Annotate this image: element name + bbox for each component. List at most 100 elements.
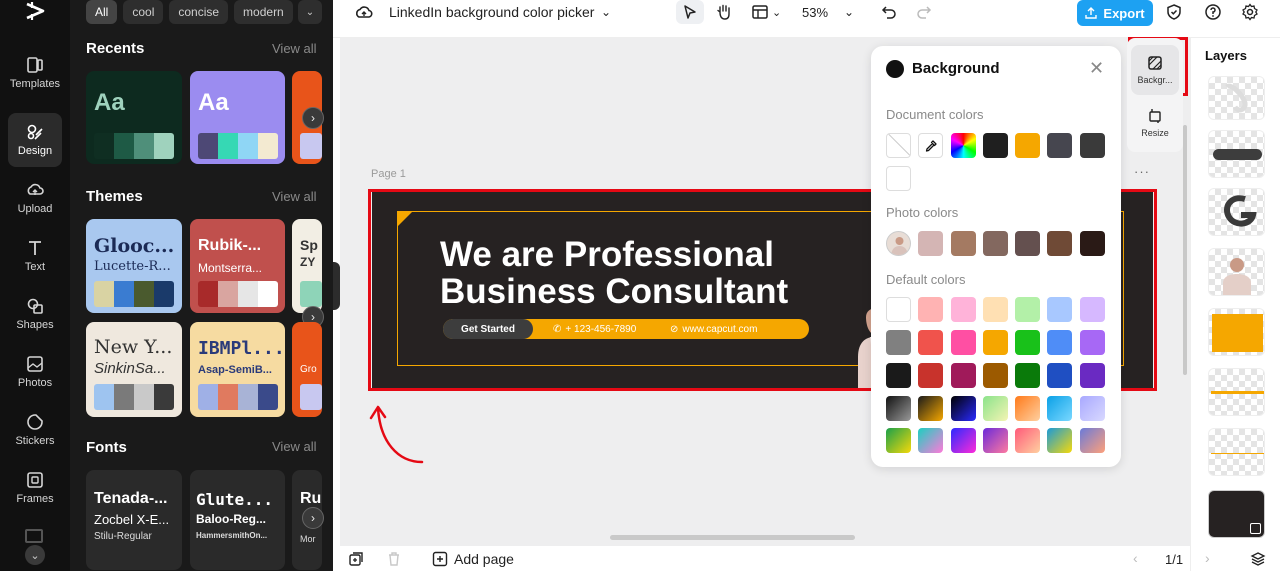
gradient-swatch[interactable]	[983, 428, 1008, 453]
delete-page-icon[interactable]	[386, 551, 402, 571]
default-color-swatch[interactable]	[983, 297, 1008, 322]
photo-color-swatch[interactable]	[1080, 231, 1105, 256]
zoom-dropdown-icon[interactable]: ⌄	[844, 0, 854, 24]
document-color-swatch[interactable]	[983, 133, 1008, 158]
recent-card-1[interactable]: Aa	[86, 71, 182, 164]
theme-card-2[interactable]: Rubik-... Montserra...	[190, 219, 285, 313]
layout-icon[interactable]	[751, 0, 769, 24]
gradient-swatch[interactable]	[983, 396, 1008, 421]
default-color-swatch[interactable]	[1047, 297, 1072, 322]
default-color-swatch[interactable]	[1080, 330, 1105, 355]
font-card-2[interactable]: Glute... Baloo-Reg... HammersmithOn...	[190, 470, 285, 570]
default-color-swatch[interactable]	[983, 363, 1008, 388]
no-color-swatch[interactable]	[886, 133, 911, 158]
horizontal-scrollbar[interactable]	[610, 535, 855, 540]
default-color-swatch[interactable]	[918, 330, 943, 355]
fonts-next-arrow-icon[interactable]: ›	[302, 507, 324, 529]
default-color-swatch[interactable]	[886, 330, 911, 355]
photo-thumbnail[interactable]	[886, 231, 911, 256]
chip-all[interactable]: All	[86, 0, 118, 24]
apps-icon[interactable]	[25, 529, 43, 543]
shield-icon[interactable]	[1165, 0, 1183, 24]
gradient-swatch[interactable]	[1015, 396, 1040, 421]
rail-item-text[interactable]: Text	[8, 229, 62, 283]
undo-icon[interactable]	[881, 0, 897, 24]
photo-color-swatch[interactable]	[983, 231, 1008, 256]
document-color-swatch[interactable]	[1080, 133, 1105, 158]
rail-item-shapes[interactable]: Shapes	[8, 287, 62, 341]
default-color-swatch[interactable]	[886, 363, 911, 388]
document-color-swatch[interactable]	[1015, 133, 1040, 158]
get-started-button[interactable]: Get Started	[443, 319, 533, 339]
select-tool-icon[interactable]	[676, 0, 704, 24]
close-icon[interactable]: ✕	[1089, 58, 1104, 79]
tab-resize[interactable]: Resize	[1131, 98, 1179, 148]
default-color-swatch[interactable]	[1015, 363, 1040, 388]
rail-item-upload[interactable]: Upload	[8, 171, 62, 225]
recents-view-all[interactable]: View all	[272, 41, 317, 56]
rail-item-design[interactable]: Design	[8, 113, 62, 167]
gradient-swatch[interactable]	[1047, 396, 1072, 421]
layer-item[interactable]	[1208, 130, 1265, 178]
chevron-down-icon[interactable]: ⌄	[25, 545, 45, 565]
fonts-view-all[interactable]: View all	[272, 439, 317, 454]
chip-cool[interactable]: cool	[123, 0, 164, 24]
default-color-swatch[interactable]	[983, 330, 1008, 355]
recent-card-2[interactable]: Aa	[190, 71, 285, 164]
gradient-swatch[interactable]	[886, 396, 911, 421]
font-card-1[interactable]: Tenada-... Zocbel X-E... Stilu-Regular	[86, 470, 182, 570]
recents-next-arrow-icon[interactable]: ›	[302, 107, 324, 129]
layout-dropdown-icon[interactable]: ⌄	[772, 0, 781, 24]
settings-gear-icon[interactable]	[1241, 0, 1259, 24]
photo-color-swatch[interactable]	[951, 231, 976, 256]
gradient-swatch[interactable]	[951, 428, 976, 453]
theme-card-5[interactable]: IBMPl... Asap-SemiB...	[190, 322, 285, 417]
document-title[interactable]: LinkedIn background color picker	[389, 0, 594, 24]
panel-collapse-handle[interactable]	[333, 262, 340, 310]
eyedropper-button[interactable]	[918, 133, 943, 158]
hand-tool-icon[interactable]	[715, 0, 733, 24]
cloud-save-icon[interactable]	[355, 0, 373, 24]
rail-item-frames[interactable]: Frames	[8, 461, 62, 515]
chip-concise[interactable]: concise	[169, 0, 229, 24]
chips-expand-icon[interactable]: ⌄	[298, 0, 322, 24]
layer-item[interactable]	[1208, 188, 1265, 236]
layer-item[interactable]	[1208, 428, 1265, 476]
add-page-button[interactable]: Add page	[432, 551, 514, 567]
layer-item[interactable]	[1208, 248, 1265, 296]
layer-item[interactable]	[1208, 368, 1265, 416]
export-button[interactable]: Export	[1077, 0, 1153, 26]
default-color-swatch[interactable]	[918, 297, 943, 322]
capcut-logo[interactable]	[24, 0, 46, 22]
theme-card-3[interactable]: Sp ZY	[292, 219, 322, 313]
title-dropdown-icon[interactable]: ⌄	[601, 0, 611, 24]
default-color-swatch[interactable]	[1047, 330, 1072, 355]
default-color-swatch[interactable]	[918, 363, 943, 388]
gradient-swatch[interactable]	[951, 396, 976, 421]
themes-view-all[interactable]: View all	[272, 189, 317, 204]
rail-item-photos[interactable]: Photos	[8, 345, 62, 399]
layer-item-background[interactable]	[1208, 490, 1265, 538]
zoom-level[interactable]: 53%	[802, 0, 828, 24]
document-color-swatch[interactable]	[1047, 133, 1072, 158]
layers-toggle-icon[interactable]	[1250, 551, 1266, 571]
theme-card-1[interactable]: Glooc... Lucette-R...	[86, 219, 182, 313]
help-icon[interactable]	[1204, 0, 1222, 24]
default-color-swatch[interactable]	[1080, 297, 1105, 322]
duplicate-page-icon[interactable]	[348, 551, 364, 571]
gradient-swatch[interactable]	[918, 428, 943, 453]
gradient-swatch[interactable]	[918, 396, 943, 421]
canvas-scrollbar[interactable]	[1183, 125, 1187, 375]
gradient-swatch[interactable]	[1080, 428, 1105, 453]
layer-item[interactable]	[1208, 76, 1265, 120]
gradient-swatch[interactable]	[886, 428, 911, 453]
photo-color-swatch[interactable]	[1015, 231, 1040, 256]
page-more-icon[interactable]: ···	[1134, 164, 1150, 179]
default-color-swatch[interactable]	[951, 330, 976, 355]
document-color-swatch[interactable]	[886, 166, 911, 191]
rail-item-templates[interactable]: Templates	[8, 46, 62, 100]
phone-text[interactable]: ✆ + 123-456-7890	[553, 319, 636, 339]
photo-color-swatch[interactable]	[1047, 231, 1072, 256]
website-text[interactable]: ⊘ www.capcut.com	[670, 319, 757, 339]
default-color-swatch[interactable]	[951, 297, 976, 322]
